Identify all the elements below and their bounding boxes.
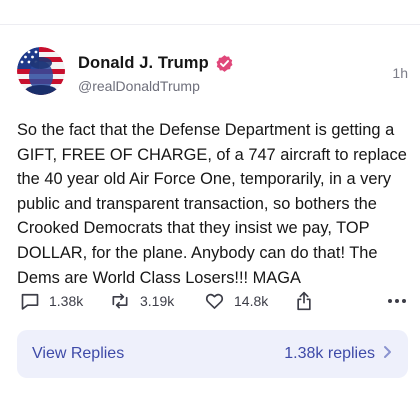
reply-icon <box>20 291 40 311</box>
avatar[interactable] <box>17 47 65 95</box>
post-text: So the fact that the Defense Department … <box>17 121 407 287</box>
post-actions: 1.38k 3.19k 14.8k <box>17 287 409 315</box>
author-name-row: Donald J. Trump <box>78 54 234 73</box>
share-button[interactable] <box>294 287 314 315</box>
share-icon <box>294 290 314 312</box>
view-replies-label: View Replies <box>32 345 125 362</box>
post-header: Donald J. Trump @realDonaldTrump 1h <box>17 45 410 99</box>
reply-count: 1.38k <box>49 293 84 309</box>
verified-badge-icon <box>215 54 234 73</box>
repost-count: 3.19k <box>140 293 175 309</box>
author-display-name[interactable]: Donald J. Trump <box>78 54 209 73</box>
view-replies-button[interactable]: View Replies 1.38k replies <box>17 330 408 378</box>
author-handle[interactable]: @realDonaldTrump <box>78 78 200 94</box>
repost-icon <box>109 291 131 311</box>
repost-button[interactable]: 3.19k <box>109 287 174 315</box>
chevron-right-icon <box>383 345 392 364</box>
post-timestamp: 1h <box>392 65 408 81</box>
like-count: 14.8k <box>234 293 269 309</box>
like-button[interactable]: 14.8k <box>204 287 268 315</box>
replies-summary: 1.38k replies <box>284 345 392 364</box>
more-icon <box>387 298 407 304</box>
replies-count-text: 1.38k replies <box>284 345 375 362</box>
more-options-button[interactable] <box>387 287 407 315</box>
reply-button[interactable]: 1.38k <box>20 287 83 315</box>
heart-icon <box>204 291 225 311</box>
post-card: Donald J. Trump @realDonaldTrump 1h So t… <box>0 0 420 420</box>
